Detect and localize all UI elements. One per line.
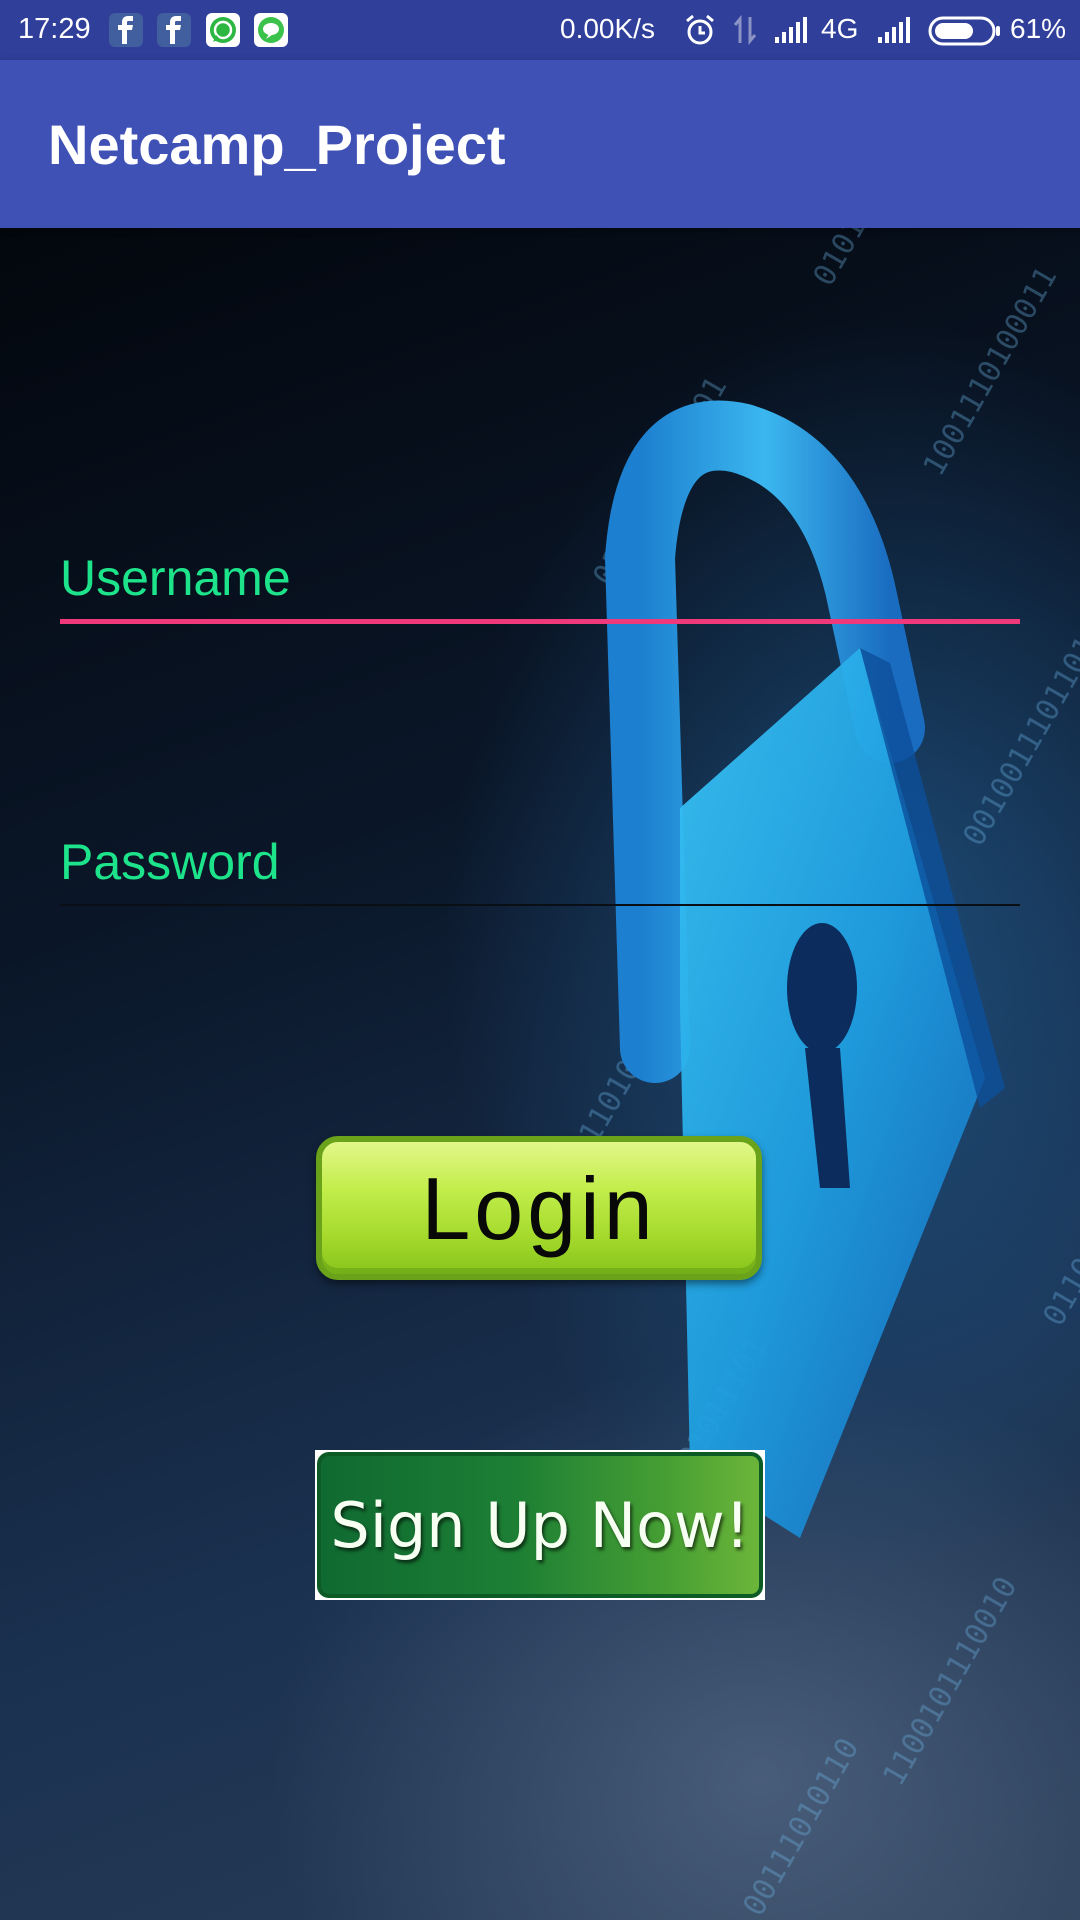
battery-icon (928, 16, 1000, 46)
alarm-icon (686, 14, 714, 45)
username-placeholder: Username (60, 550, 291, 606)
line-icon (254, 13, 288, 47)
battery-level: 61% (1010, 13, 1067, 44)
svg-text:1100101110010: 1100101110010 (877, 1571, 1025, 1792)
facebook-icon (157, 13, 191, 47)
signup-button-label: Sign Up Now! (330, 1489, 750, 1562)
username-field[interactable]: Username (60, 540, 1020, 630)
login-screen: 17:29 0.00K/s 4G 61% Netcamp_Project 100… (0, 0, 1080, 1920)
app-bar: Netcamp_Project (0, 60, 1080, 228)
svg-text:0010011101101: 0010011101101 (957, 631, 1080, 852)
signup-button[interactable]: Sign Up Now! (317, 1452, 763, 1598)
network-type: 4G (821, 13, 859, 44)
password-placeholder: Password (60, 834, 280, 890)
signal-icon (775, 17, 807, 43)
password-field[interactable]: Password (60, 828, 1020, 918)
network-speed: 0.00K/s (560, 13, 655, 44)
svg-text:01101001110: 01101001110 (1037, 1142, 1080, 1332)
svg-text:1001110100011: 1001110100011 (917, 261, 1065, 482)
username-underline (60, 619, 1020, 624)
svg-text:00111010110: 00111010110 (737, 1732, 867, 1920)
login-button-label: Login (421, 1159, 657, 1258)
status-time: 17:29 (18, 13, 91, 45)
login-button[interactable]: Login (316, 1136, 762, 1280)
password-underline (60, 904, 1020, 906)
status-bar: 17:29 0.00K/s 4G 61% (0, 0, 1080, 60)
whatsapp-icon (206, 13, 240, 47)
background-image: 0101100111010 1001110100011 01101001110 0… (0, 228, 1080, 1920)
facebook-icon (109, 13, 143, 47)
data-transfer-icon (733, 14, 757, 46)
svg-text:0101100111010: 0101100111010 (807, 228, 955, 292)
signal-icon (878, 17, 910, 43)
app-title: Netcamp_Project (48, 113, 506, 176)
padlock-icon: 0101100111010 1001110100011 01101001110 0… (537, 228, 1080, 1920)
